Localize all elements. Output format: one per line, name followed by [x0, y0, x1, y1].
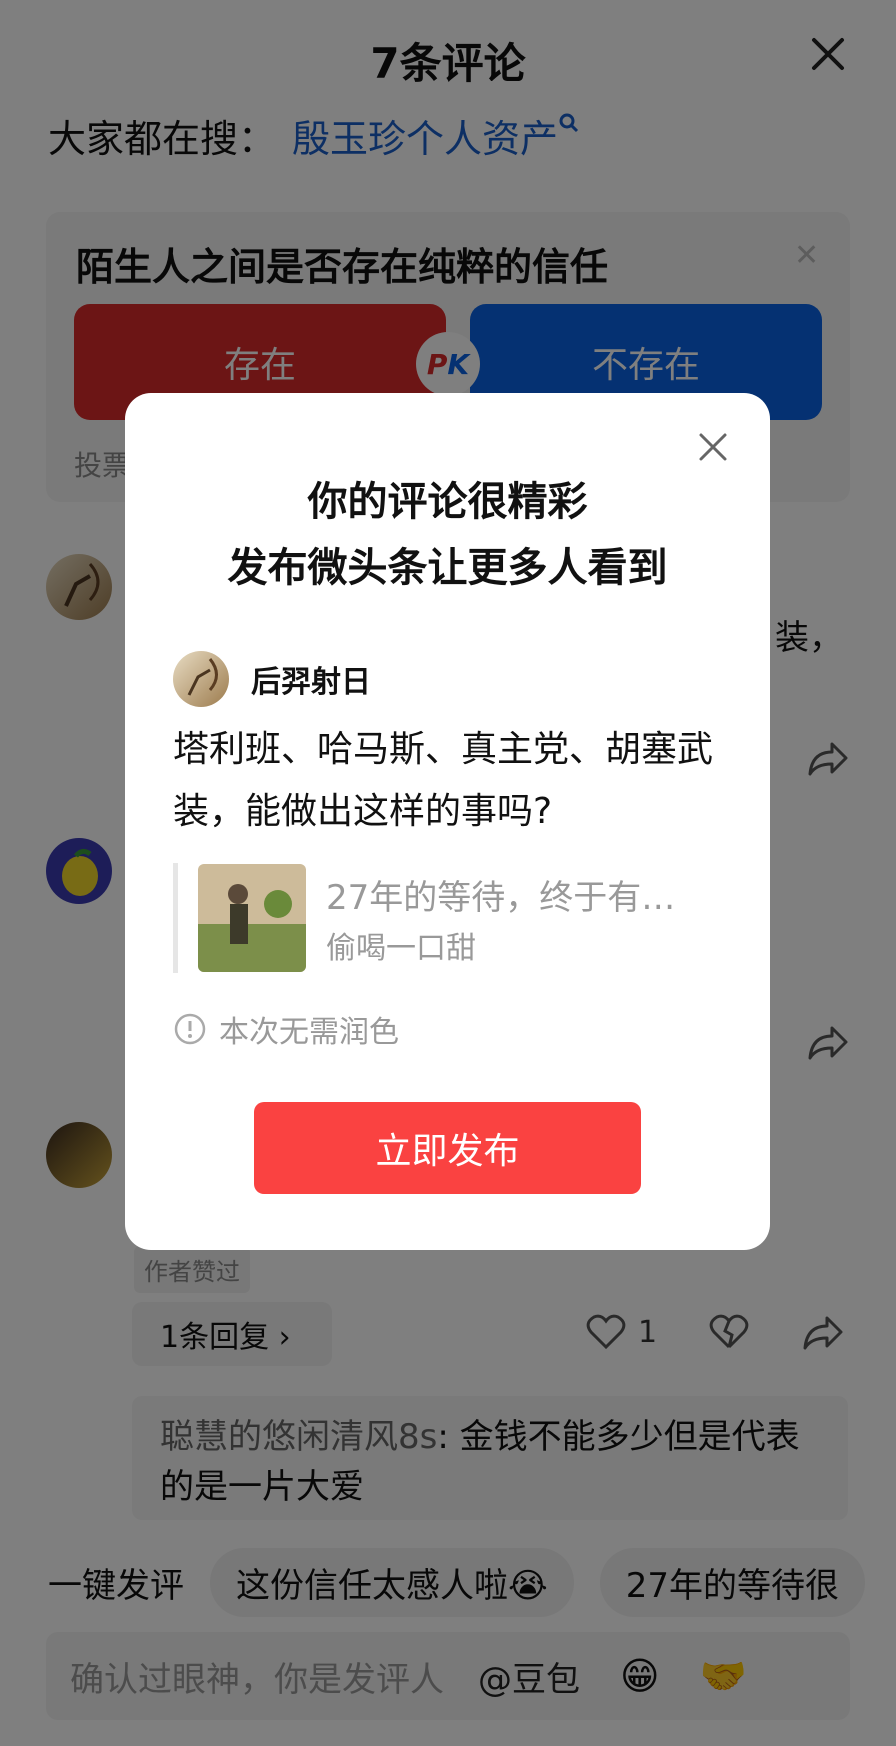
polish-note: 本次无需润色 — [173, 1007, 399, 1051]
dialog-close-icon[interactable] — [695, 429, 731, 465]
dialog-title: 你的评论很精彩 发布微头条让更多人看到 — [125, 469, 770, 601]
article-title: 27年的等待，终于有… — [326, 877, 676, 918]
article-source: 偷喝一口甜 — [326, 930, 476, 966]
comment-body: 塔利班、哈马斯、真主党、胡塞武装，能做出这样的事吗? — [173, 729, 714, 832]
archer-icon — [187, 658, 218, 696]
publish-button[interactable]: 立即发布 — [254, 1102, 641, 1194]
polish-note-text: 本次无需润色 — [219, 1015, 399, 1050]
author-name: 后羿射日 — [251, 665, 371, 700]
publish-dialog: 你的评论很精彩 发布微头条让更多人看到 后羿射日 塔利班、哈马斯、真主党、胡塞武… — [125, 393, 770, 1250]
info-icon — [174, 1013, 206, 1045]
dialog-title-line2: 发布微头条让更多人看到 — [227, 545, 668, 591]
linked-article-card[interactable]: 27年的等待，终于有… 偷喝一口甜 — [173, 863, 738, 973]
author-avatar — [173, 651, 229, 707]
comment-author: 后羿射日 — [173, 651, 371, 707]
dialog-title-line1: 你的评论很精彩 — [307, 479, 588, 525]
article-thumbnail — [198, 864, 306, 972]
